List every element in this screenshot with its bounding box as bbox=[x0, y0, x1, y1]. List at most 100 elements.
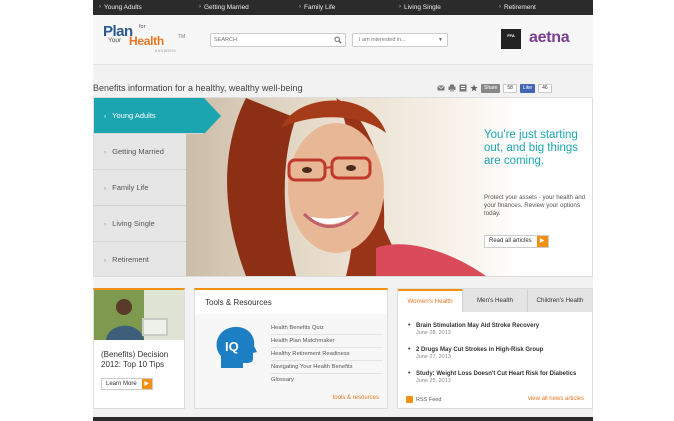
plan-for-your-health-logo[interactable]: Plan for Your Health TM ANSWERS bbox=[103, 23, 203, 57]
read-all-articles-label: Read all articles bbox=[489, 238, 532, 244]
topnav-label: Getting Married bbox=[204, 4, 249, 11]
view-all-news-link[interactable]: view all news articles bbox=[528, 396, 584, 402]
star-icon[interactable] bbox=[470, 84, 478, 92]
hero-nav-label: Getting Married bbox=[112, 147, 164, 156]
tab-childrens-health[interactable]: Children's Health bbox=[527, 289, 592, 312]
arrow-right-icon: ▶ bbox=[141, 379, 152, 389]
iq-label: IQ bbox=[225, 339, 239, 354]
share-button[interactable]: Share bbox=[481, 83, 501, 93]
hero-section: › Young Adults › Getting Married › Family L… bbox=[93, 97, 593, 277]
bullet-icon: • bbox=[408, 322, 411, 329]
news-item[interactable]: • Study: Weight Loss Doesn't Cut Heart R… bbox=[406, 370, 588, 394]
chevron-right-icon: › bbox=[399, 4, 401, 10]
interest-select[interactable]: I am interested in... ▼ bbox=[352, 33, 448, 47]
hero-headline: You're just starting out, and big things… bbox=[484, 129, 578, 167]
interest-select-label: I am interested in... bbox=[359, 37, 406, 43]
hero-subtext: Protect your assets - your health and yo… bbox=[484, 194, 586, 217]
topnav-label: Living Single bbox=[404, 4, 441, 11]
read-all-articles-button[interactable]: Read all articles ▶ bbox=[484, 235, 549, 248]
iq-head-icon[interactable]: IQ bbox=[213, 324, 259, 370]
news-item[interactable]: • Brain Stimulation May Aid Stroke Recov… bbox=[406, 322, 588, 346]
hero-nav-young-adults[interactable]: › Young Adults bbox=[94, 98, 221, 134]
logo-tm-text: TM bbox=[178, 34, 186, 40]
tools-links-list: Health Benefits Quiz Health Plan Matchma… bbox=[271, 322, 383, 387]
logo-for-text: for bbox=[139, 24, 146, 30]
rss-icon bbox=[406, 396, 413, 403]
ffa-partner-logo[interactable]: FFA bbox=[501, 29, 521, 49]
news-title[interactable]: Brain Stimulation May Aid Stroke Recover… bbox=[416, 322, 588, 330]
health-news-card: Women's Health Men's Health Children's H… bbox=[397, 288, 593, 409]
facebook-like-button[interactable]: Like bbox=[519, 83, 536, 93]
chevron-right-icon: › bbox=[99, 4, 101, 10]
tools-link-healthy-retirement-readiness[interactable]: Healthy Retirement Readiness bbox=[271, 348, 383, 361]
ffa-logo-text: FFA bbox=[507, 33, 515, 38]
chevron-right-icon: › bbox=[299, 4, 301, 10]
chevron-right-icon: › bbox=[499, 4, 501, 10]
tools-resources-link[interactable]: tools & resources bbox=[333, 395, 379, 401]
logo-your-text: Your bbox=[108, 37, 122, 44]
tools-resources-heading: Tools & Resources bbox=[205, 298, 272, 307]
decision-tips-card: (Benefits) Decision 2012: Top 10 Tips Le… bbox=[93, 288, 185, 409]
hero-right-panel bbox=[486, 98, 592, 276]
topnav-item-getting-married[interactable]: › Getting Married bbox=[193, 0, 293, 15]
logo-sub-text: ANSWERS bbox=[155, 49, 177, 53]
topnav-item-young-adults[interactable]: › Young Adults bbox=[93, 0, 193, 15]
email-icon[interactable] bbox=[437, 84, 445, 92]
tools-link-navigating-health-benefits[interactable]: Navigating Your Health Benefits bbox=[271, 361, 383, 374]
decision-tips-title[interactable]: (Benefits) Decision 2012: Top 10 Tips bbox=[101, 350, 183, 370]
top-nav: › Young Adults › Getting Married › Family L… bbox=[93, 0, 593, 15]
tools-link-health-benefits-quiz[interactable]: Health Benefits Quiz bbox=[271, 322, 383, 335]
chevron-right-icon: › bbox=[199, 4, 201, 10]
learn-more-label: Learn More bbox=[106, 381, 137, 387]
rss-feed-link[interactable]: RSS Feed bbox=[406, 396, 441, 403]
news-date: June 27, 2013 bbox=[416, 354, 451, 360]
hero-nav-family-life[interactable]: › Family Life bbox=[94, 170, 186, 206]
arrow-right-icon: ▶ bbox=[536, 236, 548, 247]
bullet-icon: • bbox=[408, 370, 411, 377]
tools-resources-body: IQ Health Benefits Quiz Health Plan Matc… bbox=[195, 314, 387, 408]
hero-nav-living-single[interactable]: › Living Single bbox=[94, 206, 186, 242]
topnav-label: Family Life bbox=[304, 4, 336, 11]
tools-link-health-plan-matchmaker[interactable]: Health Plan Matchmaker bbox=[271, 335, 383, 348]
tab-womens-health[interactable]: Women's Health bbox=[398, 289, 462, 312]
news-title[interactable]: 2 Drugs May Cut Strokes in High-Risk Gro… bbox=[416, 346, 588, 354]
hero-left-nav: › Young Adults › Getting Married › Family L… bbox=[94, 98, 221, 278]
share-toolbar: Share 58 Like 46 bbox=[437, 83, 552, 93]
print-icon[interactable] bbox=[448, 84, 456, 92]
footer-bar bbox=[93, 417, 593, 421]
news-item[interactable]: • 2 Drugs May Cut Strokes in High-Risk G… bbox=[406, 346, 588, 370]
hero-nav-getting-married[interactable]: › Getting Married bbox=[94, 134, 186, 170]
header: Plan for Your Health TM ANSWERS I am int… bbox=[93, 15, 593, 65]
hero-nav-label: Living Single bbox=[112, 219, 155, 228]
like-count: 46 bbox=[538, 83, 552, 93]
search-input[interactable] bbox=[214, 35, 324, 45]
page-tagline: Benefits information for a healthy, weal… bbox=[93, 83, 303, 93]
search-box bbox=[210, 33, 346, 47]
news-date: June 25, 2013 bbox=[416, 378, 451, 384]
news-list: • Brain Stimulation May Aid Stroke Recov… bbox=[406, 322, 588, 394]
hero-photo-woman bbox=[186, 98, 486, 276]
learn-more-button[interactable]: Learn More ▶ bbox=[101, 378, 153, 390]
chevron-right-icon: › bbox=[104, 257, 107, 264]
tools-link-glossary[interactable]: Glossary bbox=[271, 374, 383, 387]
topnav-label: Retirement bbox=[504, 4, 536, 11]
aetna-logo[interactable]: aetna bbox=[529, 29, 570, 47]
text-size-icon[interactable] bbox=[459, 84, 467, 92]
topnav-item-family-life[interactable]: › Family Life bbox=[293, 0, 393, 15]
hero-nav-retirement[interactable]: › Retirement bbox=[94, 242, 186, 278]
topnav-item-living-single[interactable]: › Living Single bbox=[393, 0, 493, 15]
tab-mens-health[interactable]: Men's Health bbox=[462, 289, 527, 312]
topnav-item-retirement[interactable]: › Retirement bbox=[493, 0, 593, 15]
health-news-tabs: Women's Health Men's Health Children's H… bbox=[398, 289, 592, 312]
chevron-right-icon: › bbox=[104, 149, 107, 156]
bullet-icon: • bbox=[408, 346, 411, 353]
hero-nav-label: Retirement bbox=[112, 255, 149, 264]
search-icon[interactable] bbox=[334, 36, 342, 44]
topnav-label: Young Adults bbox=[104, 4, 142, 11]
chevron-right-icon: › bbox=[104, 113, 107, 120]
news-title[interactable]: Study: Weight Loss Doesn't Cut Heart Ris… bbox=[416, 370, 588, 378]
news-date: June 28, 2013 bbox=[416, 330, 451, 336]
man-at-laptop-photo bbox=[94, 290, 184, 340]
chevron-right-icon: › bbox=[104, 185, 107, 192]
tools-resources-card: Tools & Resources IQ Health Benefits Qui… bbox=[194, 288, 388, 409]
